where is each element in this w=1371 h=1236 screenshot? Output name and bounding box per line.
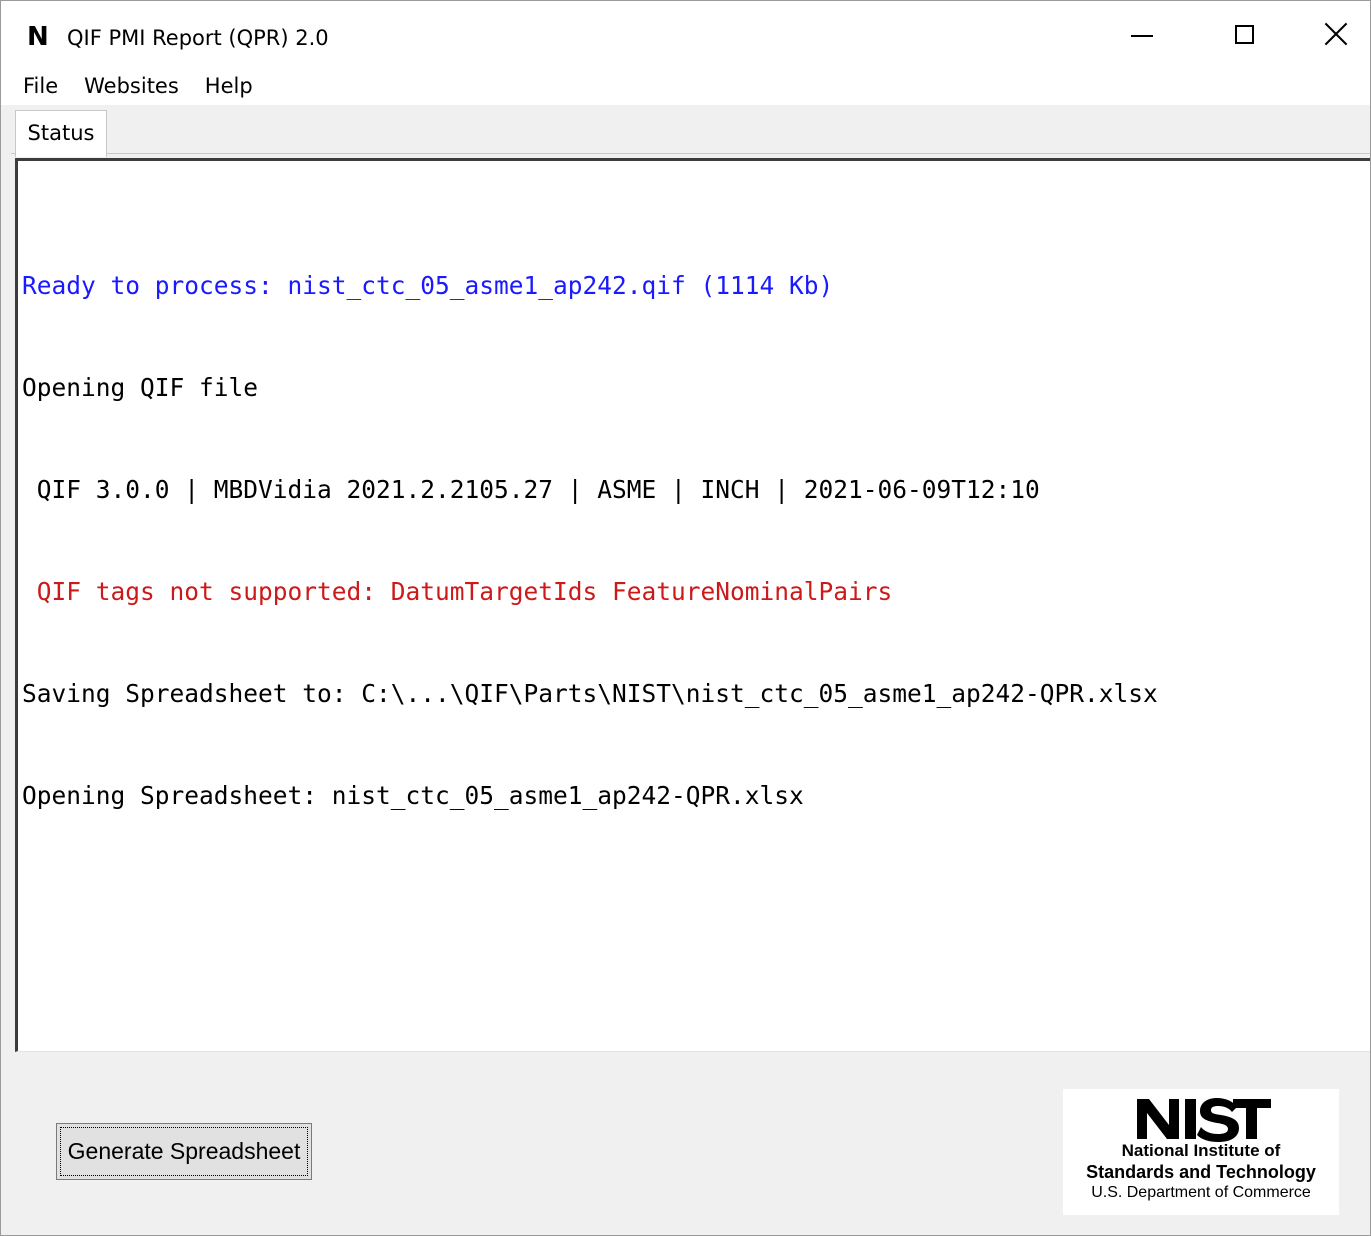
- status-line: Ready to process: nist_ctc_05_asme1_ap24…: [22, 271, 834, 300]
- menu-bar: File Websites Help: [1, 67, 1370, 105]
- nist-logo: National Institute of Standards and Tech…: [1063, 1089, 1339, 1215]
- close-button[interactable]: [1291, 1, 1370, 67]
- minimize-icon: [1131, 35, 1153, 37]
- window-title: QIF PMI Report (QPR) 2.0: [67, 26, 329, 50]
- maximize-button[interactable]: [1199, 1, 1289, 67]
- menu-websites[interactable]: Websites: [71, 67, 192, 105]
- status-line: Saving Spreadsheet to: C:\...\QIF\Parts\…: [22, 679, 1158, 708]
- status-line: QIF tags not supported: DatumTargetIds F…: [22, 577, 893, 606]
- app-logo-icon: N: [27, 22, 49, 52]
- tab-strip: Status: [1, 105, 1370, 157]
- maximize-icon: [1234, 24, 1254, 44]
- tab-status[interactable]: Status: [15, 110, 107, 157]
- app-window: N QIF PMI Report (QPR) 2.0 File Websites…: [0, 0, 1371, 1236]
- status-line: Opening Spreadsheet: nist_ctc_05_asme1_a…: [22, 781, 804, 810]
- generate-spreadsheet-button[interactable]: Generate Spreadsheet: [56, 1123, 312, 1180]
- status-log: Ready to process: nist_ctc_05_asme1_ap24…: [22, 201, 1158, 881]
- minimize-button[interactable]: [1097, 1, 1187, 67]
- close-icon: [1324, 22, 1348, 46]
- nist-logo-line1: National Institute of: [1121, 1141, 1281, 1160]
- menu-file[interactable]: File: [1, 67, 71, 105]
- status-text-area[interactable]: Ready to process: nist_ctc_05_asme1_ap24…: [15, 158, 1370, 1052]
- nist-logo-line3: U.S. Department of Commerce: [1091, 1184, 1311, 1201]
- menu-help[interactable]: Help: [192, 67, 266, 105]
- nist-logo-mark: [1137, 1098, 1271, 1142]
- nist-logo-line2: Standards and Technology: [1086, 1162, 1316, 1182]
- status-line: Opening QIF file: [22, 373, 259, 402]
- title-bar[interactable]: N QIF PMI Report (QPR) 2.0: [1, 1, 1370, 67]
- status-line: QIF 3.0.0 | MBDVidia 2021.2.2105.27 | AS…: [22, 475, 1040, 504]
- tab-panel-border: [11, 153, 1370, 154]
